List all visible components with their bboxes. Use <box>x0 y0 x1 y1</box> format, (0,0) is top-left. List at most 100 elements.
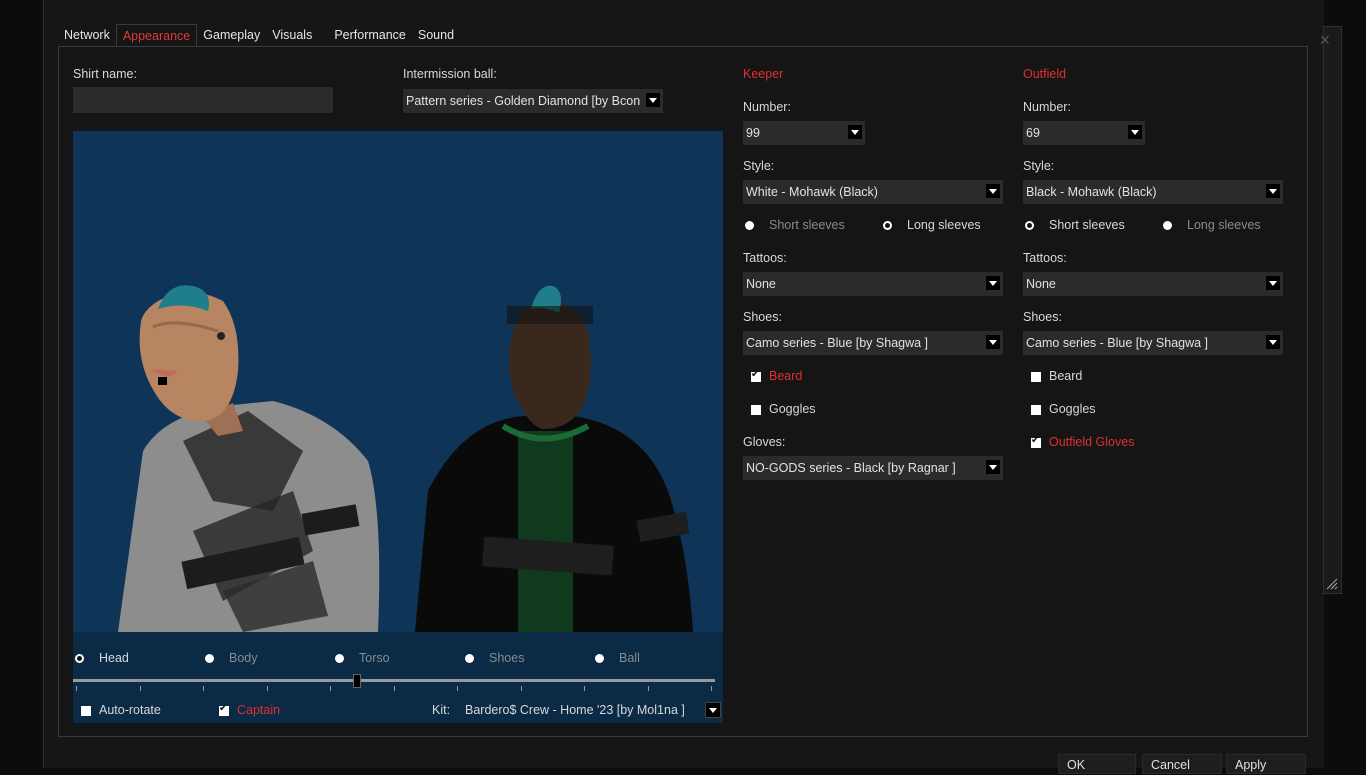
slider-tick <box>457 686 458 691</box>
outfield-tattoos-label: Tattoos: <box>1023 251 1067 265</box>
view-ball-label[interactable]: Ball <box>619 651 640 665</box>
keeper-gloves-value: NO-GODS series - Black [by Ragnar ] <box>746 461 956 475</box>
keeper-short-sleeves-label[interactable]: Short sleeves <box>769 218 845 232</box>
kit-label: Kit: <box>432 703 451 717</box>
keeper-style-select[interactable]: White - Mohawk (Black) <box>743 180 1003 204</box>
outfield-model <box>415 285 693 632</box>
player-models-image <box>118 285 693 632</box>
outfield-tattoos-value: None <box>1026 277 1056 291</box>
view-torso-radio[interactable] <box>335 654 344 663</box>
view-head-radio[interactable] <box>75 654 84 663</box>
view-ball-radio[interactable] <box>595 654 604 663</box>
keeper-title: Keeper <box>743 67 784 81</box>
chevron-down-icon <box>1128 125 1142 139</box>
view-shoes-radio[interactable] <box>465 654 474 663</box>
chevron-down-icon <box>1266 184 1280 198</box>
keeper-style-value: White - Mohawk (Black) <box>746 185 878 199</box>
keeper-number-value: 99 <box>746 126 760 140</box>
keeper-model <box>118 285 380 632</box>
auto-rotate-label[interactable]: Auto-rotate <box>99 703 161 717</box>
keeper-beard-label[interactable]: Beard <box>769 369 802 383</box>
close-icon[interactable]: ✕ <box>1319 33 1331 47</box>
captain-checkbox[interactable] <box>219 703 229 716</box>
keeper-tattoos-select[interactable]: None <box>743 272 1003 296</box>
chevron-down-icon <box>1266 335 1280 349</box>
auto-rotate-checkbox[interactable] <box>81 706 91 716</box>
keeper-shoes-label: Shoes: <box>743 310 782 324</box>
view-torso-label[interactable]: Torso <box>359 651 390 665</box>
zoom-slider-thumb[interactable] <box>353 674 361 688</box>
tab-visuals[interactable]: Visuals <box>266 24 318 46</box>
slider-tick <box>584 686 585 691</box>
outfield-tattoos-select[interactable]: None <box>1023 272 1283 296</box>
intermission-ball-value: Pattern series - Golden Diamond [by Bcon <box>406 94 641 108</box>
outfield-goggles-label[interactable]: Goggles <box>1049 402 1096 416</box>
intermission-ball-label: Intermission ball: <box>403 67 497 81</box>
zoom-slider[interactable] <box>73 679 715 682</box>
keeper-beard-checkbox[interactable] <box>751 369 761 382</box>
slider-tick <box>521 686 522 691</box>
outfield-beard-checkbox[interactable] <box>1031 372 1041 382</box>
tab-sound[interactable]: Sound <box>412 24 460 46</box>
apply-button[interactable]: Apply <box>1226 754 1306 774</box>
tab-network[interactable]: Network <box>58 24 116 46</box>
captain-label[interactable]: Captain <box>237 703 280 717</box>
chevron-down-icon <box>986 335 1000 349</box>
tab-gameplay[interactable]: Gameplay <box>197 24 266 46</box>
ok-button[interactable]: OK <box>1058 754 1136 774</box>
outfield-short-sleeves-label[interactable]: Short sleeves <box>1049 218 1125 232</box>
slider-tick <box>330 686 331 691</box>
cancel-button[interactable]: Cancel <box>1142 754 1222 774</box>
outfield-shoes-value: Camo series - Blue [by Shagwa ] <box>1026 336 1209 350</box>
keeper-shoes-value: Camo series - Blue [by Shagwa ] <box>746 336 929 350</box>
keeper-tattoos-label: Tattoos: <box>743 251 787 265</box>
keeper-gloves-select[interactable]: NO-GODS series - Black [by Ragnar ] <box>743 456 1003 480</box>
outfield-style-value: Black - Mohawk (Black) <box>1026 185 1157 199</box>
outfield-number-label: Number: <box>1023 100 1071 114</box>
keeper-long-sleeves-radio[interactable] <box>883 221 892 230</box>
outfield-goggles-checkbox[interactable] <box>1031 405 1041 415</box>
chevron-down-icon <box>986 184 1000 198</box>
keeper-number-label: Number: <box>743 100 791 114</box>
side-scroll-panel <box>1323 26 1342 594</box>
chevron-down-icon[interactable] <box>705 702 721 718</box>
outfield-style-label: Style: <box>1023 159 1055 173</box>
shirt-name-input[interactable] <box>73 87 333 113</box>
tab-performance[interactable]: Performance <box>328 24 412 46</box>
outfield-title: Outfield <box>1023 67 1067 81</box>
outfield-shoes-select[interactable]: Camo series - Blue [by Shagwa ] <box>1023 331 1283 355</box>
chevron-down-icon <box>646 93 660 107</box>
tab-appearance[interactable]: Appearance <box>115 24 198 47</box>
outfield-beard-label[interactable]: Beard <box>1049 369 1082 383</box>
outfield-gloves-label[interactable]: Outfield Gloves <box>1049 435 1134 449</box>
outfield-shoes-label: Shoes: <box>1023 310 1062 324</box>
keeper-gloves-label: Gloves: <box>743 435 786 449</box>
outfield-style-select[interactable]: Black - Mohawk (Black) <box>1023 180 1283 204</box>
outfield-gloves-checkbox[interactable] <box>1031 435 1041 448</box>
view-shoes-label[interactable]: Shoes <box>489 651 524 665</box>
view-head-label[interactable]: Head <box>99 651 129 665</box>
keeper-short-sleeves-radio[interactable] <box>745 221 754 230</box>
keeper-number-select[interactable]: 99 <box>743 121 865 145</box>
keeper-shoes-select[interactable]: Camo series - Blue [by Shagwa ] <box>743 331 1003 355</box>
intermission-ball-select[interactable]: Pattern series - Golden Diamond [by Bcon <box>403 89 663 113</box>
keeper-long-sleeves-label[interactable]: Long sleeves <box>907 218 981 232</box>
outfield-number-select[interactable]: 69 <box>1023 121 1145 145</box>
keeper-goggles-checkbox[interactable] <box>751 405 761 415</box>
slider-tick <box>711 686 712 691</box>
outfield-long-sleeves-label[interactable]: Long sleeves <box>1187 218 1261 232</box>
slider-tick <box>648 686 649 691</box>
outfield-short-sleeves-radio[interactable] <box>1025 221 1034 230</box>
keeper-style-label: Style: <box>743 159 775 173</box>
keeper-goggles-label[interactable]: Goggles <box>769 402 816 416</box>
resize-grip-icon[interactable] <box>1324 576 1338 590</box>
kit-select[interactable]: Bardero$ Crew - Home '23 [by Mol1na ] <box>465 703 685 717</box>
view-body-radio[interactable] <box>205 654 214 663</box>
keeper-tattoos-value: None <box>746 277 776 291</box>
outfield-long-sleeves-radio[interactable] <box>1163 221 1172 230</box>
slider-tick <box>203 686 204 691</box>
settings-tabs: Network Appearance Gameplay Visuals Perf… <box>58 24 460 47</box>
view-body-label[interactable]: Body <box>229 651 258 665</box>
chevron-down-icon <box>1266 276 1280 290</box>
slider-tick <box>267 686 268 691</box>
